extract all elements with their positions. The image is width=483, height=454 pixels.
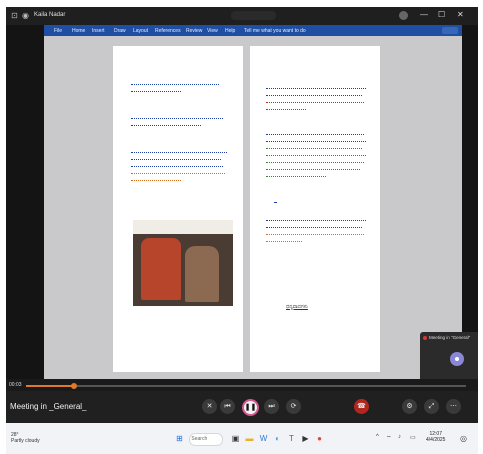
- battery-icon[interactable]: ▭: [410, 434, 416, 441]
- page-left: [113, 46, 243, 372]
- windows-taskbar: 28° Partly cloudy ⊞ Search ▣ ▬ W ◐ T ▶ ●…: [6, 423, 478, 454]
- search-placeholder: Search: [191, 436, 208, 442]
- settings-icon[interactable]: ⚙: [402, 399, 417, 414]
- edge-icon[interactable]: ◐: [272, 433, 283, 444]
- seek-progress: [26, 385, 75, 387]
- next-icon[interactable]: ⏭: [264, 399, 279, 414]
- menu-references[interactable]: References: [155, 28, 181, 34]
- maximize-button[interactable]: ☐: [438, 10, 445, 19]
- pause-icon[interactable]: ❚❚: [242, 399, 259, 416]
- word-icon[interactable]: W: [258, 433, 269, 444]
- window-titlebar: ⊡ ◉ Kaila Nadar — ☐ ✕: [6, 7, 478, 25]
- clock-date: 4/4/2025: [426, 437, 446, 443]
- page-right: ಧನ್ಯವಾದಗಳು: [250, 46, 380, 372]
- menu-home[interactable]: Home: [72, 28, 85, 34]
- weather-widget[interactable]: 28° Partly cloudy: [11, 432, 40, 444]
- tray-chevron-icon[interactable]: ^: [376, 434, 379, 440]
- video-seekbar[interactable]: 00:03: [6, 379, 478, 391]
- previous-icon[interactable]: ⏮: [220, 399, 235, 414]
- signature-text: ಧನ್ಯವಾದಗಳು: [286, 304, 308, 310]
- tile-header: Meeting in "General": [429, 335, 471, 340]
- screen-frame: ⊡ ◉ Kaila Nadar — ☐ ✕ File Home Insert D…: [6, 7, 478, 454]
- menu-file[interactable]: File: [54, 28, 62, 34]
- menu-view[interactable]: View: [207, 28, 218, 34]
- chrome-icon[interactable]: ●: [314, 433, 325, 444]
- avatar: [450, 352, 464, 366]
- forward-icon[interactable]: ⟳: [286, 399, 301, 414]
- word-ribbon: File Home Insert Draw Layout References …: [44, 25, 462, 36]
- close-button[interactable]: ✕: [457, 10, 464, 19]
- menu-review[interactable]: Review: [186, 28, 202, 34]
- menu-draw[interactable]: Draw: [114, 28, 126, 34]
- tell-me-search[interactable]: Tell me what you want to do: [244, 28, 306, 34]
- menu-insert[interactable]: Insert: [92, 28, 105, 34]
- app-icon: ◉: [22, 11, 29, 20]
- window-title: Kaila Nadar: [34, 12, 66, 18]
- media-icon[interactable]: ▶: [300, 433, 311, 444]
- more-icon[interactable]: ⋯: [446, 399, 461, 414]
- meeting-controls: Meeting in _General_ ✕ ⏮ ❚❚ ⏭ ⟳ ☎ ⚙ ⤢ ⋯: [6, 391, 478, 423]
- menu-layout[interactable]: Layout: [133, 28, 148, 34]
- volume-icon[interactable]: ♪: [398, 434, 401, 440]
- system-clock[interactable]: 12:07 4/4/2025: [426, 431, 445, 443]
- leave-icon[interactable]: ☎: [354, 399, 369, 414]
- right-paragraph-2: [266, 128, 366, 179]
- notifications-icon[interactable]: ◎: [458, 433, 469, 444]
- teams-icon[interactable]: T: [286, 433, 297, 444]
- minimize-button[interactable]: —: [420, 10, 428, 19]
- menu-help[interactable]: Help: [225, 28, 235, 34]
- back-icon[interactable]: ⊡: [10, 11, 19, 20]
- elapsed-time: 00:03: [9, 382, 22, 388]
- fullscreen-icon[interactable]: ⤢: [424, 399, 439, 414]
- recording-indicator[interactable]: [399, 11, 408, 20]
- start-icon[interactable]: ⊞: [174, 433, 185, 444]
- search-box[interactable]: Search: [189, 433, 223, 446]
- left-paragraph-3: [131, 146, 227, 183]
- record-dot-icon: [423, 336, 427, 340]
- wifi-icon[interactable]: ⌔: [386, 434, 392, 442]
- file-explorer-icon[interactable]: ▬: [244, 433, 255, 444]
- camera-off-icon[interactable]: ✕: [202, 399, 217, 414]
- task-view-icon[interactable]: ▣: [230, 433, 241, 444]
- cultural-photo: [133, 220, 233, 306]
- left-paragraph-1: [131, 78, 221, 94]
- right-bullet-empty: [274, 196, 284, 205]
- seek-handle[interactable]: [71, 383, 78, 389]
- document-area[interactable]: ಧನ್ಯವಾದಗಳು Meeting in "General" ⋯ 🎤 📞: [44, 36, 478, 402]
- meeting-pill: [231, 11, 276, 20]
- share-button[interactable]: [442, 27, 458, 34]
- left-paragraph-2: [131, 112, 223, 128]
- weather-desc: Partly cloudy: [11, 438, 40, 444]
- meeting-name: Meeting in _General_: [10, 402, 87, 411]
- right-paragraph-1: [266, 82, 366, 112]
- seek-track[interactable]: [26, 385, 466, 387]
- right-paragraph-4: [266, 214, 366, 244]
